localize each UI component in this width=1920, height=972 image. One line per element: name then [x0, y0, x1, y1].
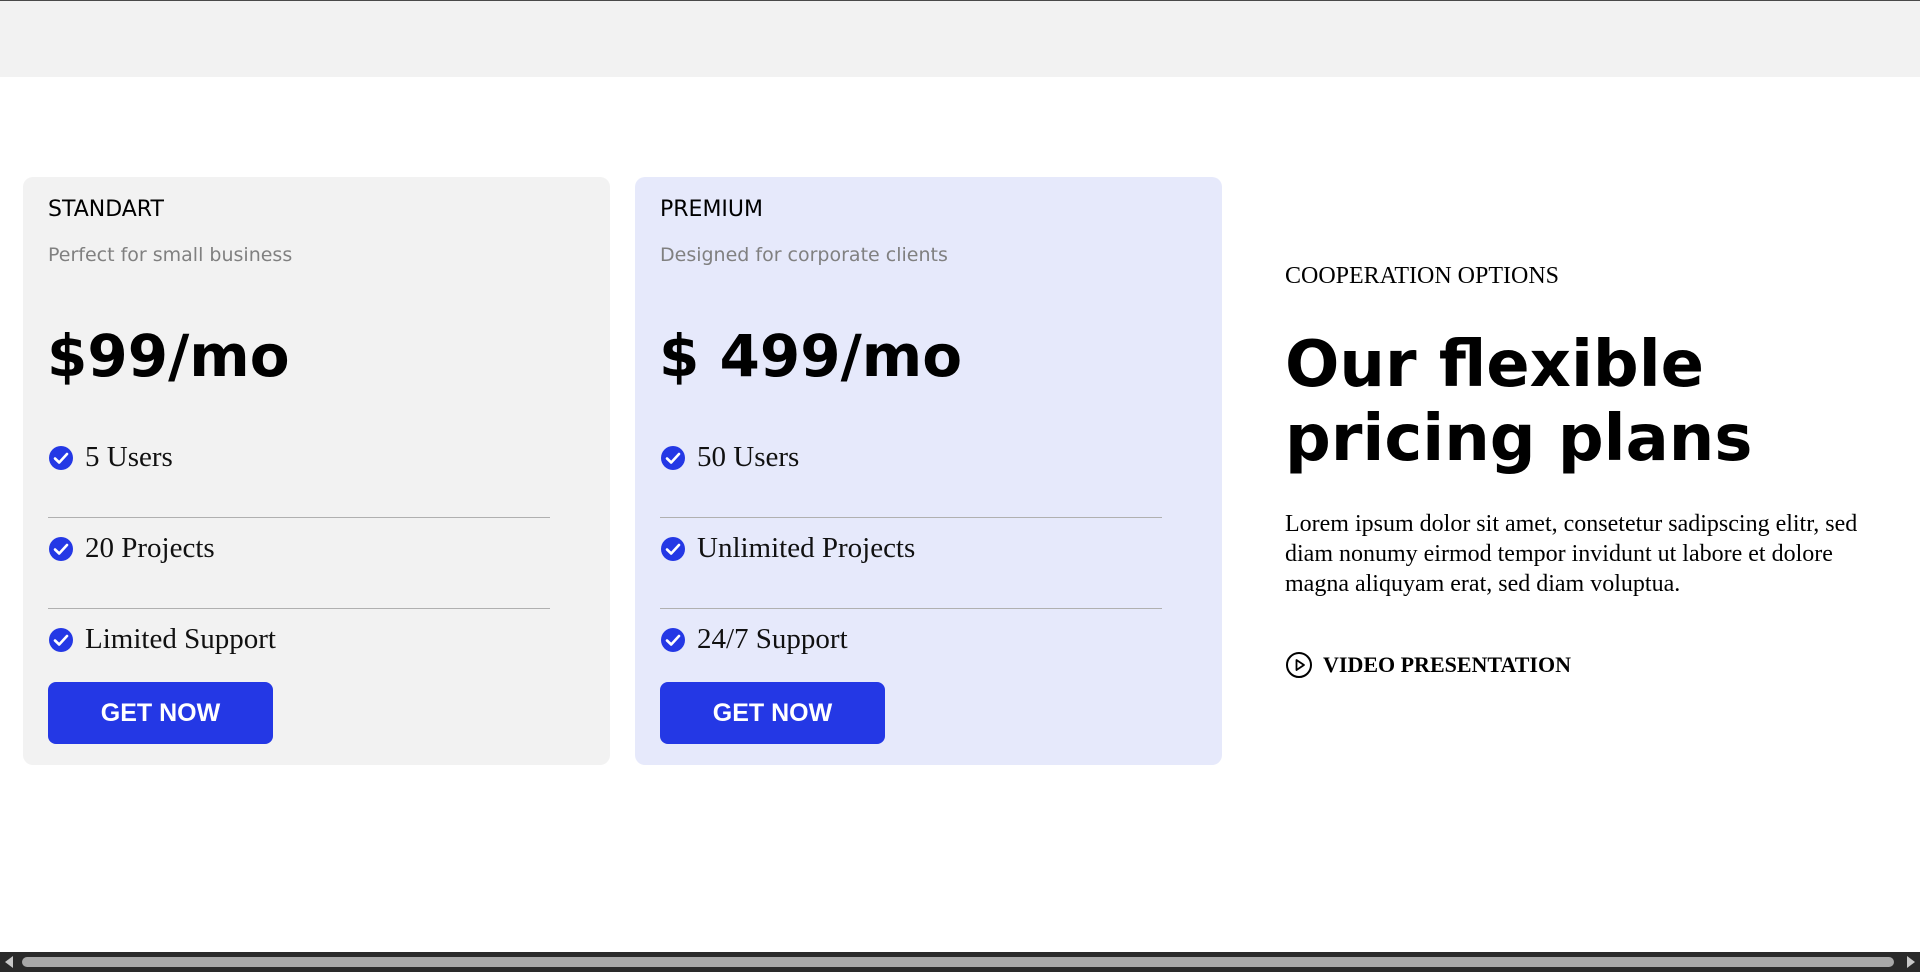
- section-eyebrow: COOPERATION OPTIONS: [1285, 263, 1560, 289]
- section-body: Lorem ipsum dolor sit amet, consetetur s…: [1285, 511, 1858, 597]
- video-presentation-label: VIDEO PRESENTATION: [1323, 652, 1571, 677]
- check-circle-icon: [661, 537, 685, 561]
- play-circle-icon: [1286, 652, 1312, 678]
- feature-label: 24/7 Support: [697, 623, 848, 655]
- feature-item: 20 Projects: [48, 518, 550, 609]
- feature-list: 5 Users 20 Projects Limited Support: [48, 427, 550, 700]
- section-headline: Our flexible pricing plans: [1285, 328, 1753, 476]
- plan-card-standard: STANDART Perfect for small business $99/…: [23, 177, 610, 765]
- plan-name: PREMIUM: [660, 197, 764, 222]
- feature-item: Unlimited Projects: [660, 518, 1162, 609]
- pricing-page: STANDART Perfect for small business $99/…: [0, 0, 1920, 972]
- check-circle-icon: [661, 446, 685, 470]
- feature-item: 5 Users: [48, 427, 550, 518]
- get-now-button[interactable]: GET NOW: [48, 682, 273, 744]
- feature-label: 20 Projects: [85, 532, 215, 564]
- check-circle-icon: [49, 537, 73, 561]
- feature-label: Limited Support: [85, 623, 276, 655]
- scroll-left-arrow-icon[interactable]: [5, 956, 13, 968]
- plan-description: Perfect for small business: [48, 244, 293, 266]
- get-now-button[interactable]: GET NOW: [660, 682, 885, 744]
- feature-item: 50 Users: [660, 427, 1162, 518]
- feature-label: Unlimited Projects: [697, 532, 916, 564]
- check-circle-icon: [49, 446, 73, 470]
- header-band: [0, 0, 1920, 77]
- plan-card-premium: PREMIUM Designed for corporate clients $…: [635, 177, 1222, 765]
- feature-label: 5 Users: [85, 441, 173, 473]
- check-circle-icon: [49, 628, 73, 652]
- plan-price: $ 499/mo: [659, 322, 963, 390]
- video-presentation-link[interactable]: VIDEO PRESENTATION: [1285, 651, 1571, 679]
- feature-list: 50 Users Unlimited Projects 24/7 Support: [660, 427, 1162, 700]
- scrollbar-thumb[interactable]: [22, 957, 1894, 967]
- check-circle-icon: [661, 628, 685, 652]
- feature-label: 50 Users: [697, 441, 800, 473]
- plan-name: STANDART: [48, 197, 164, 222]
- scroll-right-arrow-icon[interactable]: [1907, 956, 1915, 968]
- plan-price: $99/mo: [47, 322, 290, 390]
- plan-description: Designed for corporate clients: [660, 244, 948, 266]
- horizontal-scrollbar[interactable]: [0, 952, 1920, 972]
